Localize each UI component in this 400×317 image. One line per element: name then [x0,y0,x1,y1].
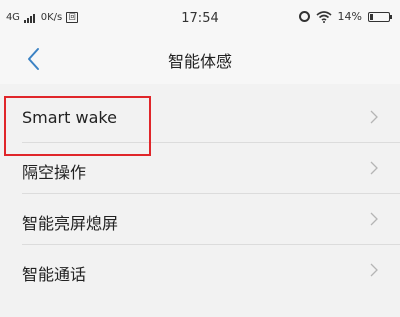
chevron-right-icon [370,161,378,175]
list-item-smart-call[interactable]: 智能通话 [0,245,400,296]
list-item-label: 隔空操作 [22,163,87,182]
screen: 4G 0K/s 回 17:54 14% 智能体感 Smart wake 隔空操作… [0,0,400,317]
status-right: 14% [298,10,392,23]
battery-percent: 14% [337,10,362,23]
list-item-smart-screen[interactable]: 智能亮屏熄屏 [0,194,400,245]
page-title: 智能体感 [167,52,232,71]
chevron-right-icon [370,110,378,124]
wifi-icon [316,10,332,23]
battery-icon [368,11,392,22]
header: 智能体感 [0,36,400,84]
status-bar: 4G 0K/s 回 17:54 14% [0,0,400,36]
list-item-label: 智能通话 [22,265,87,284]
battery-fill [370,13,373,20]
list-item-label: 智能亮屏熄屏 [22,214,119,233]
settings-list: Smart wake 隔空操作 智能亮屏熄屏 智能通话 [0,92,400,296]
list-item-smart-wake[interactable]: Smart wake [0,92,400,143]
list-item-air-gesture[interactable]: 隔空操作 [0,143,400,194]
chevron-right-icon [370,212,378,226]
list-item-label: Smart wake [22,108,117,127]
alarm-icon [298,11,310,22]
chevron-right-icon [370,263,378,277]
